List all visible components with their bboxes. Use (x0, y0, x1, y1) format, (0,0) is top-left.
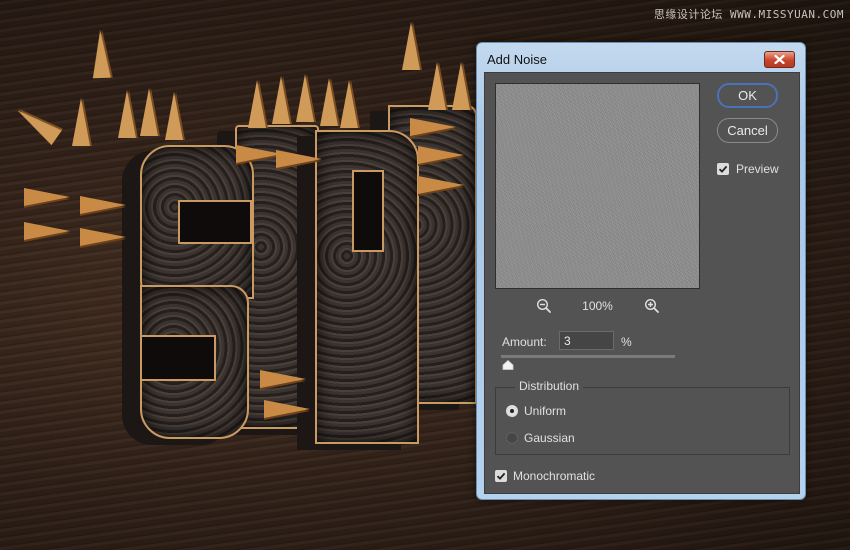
uniform-label[interactable]: Uniform (524, 404, 566, 418)
monochromatic-label: Monochromatic (513, 469, 596, 483)
artwork-p-counter (352, 170, 384, 252)
noise-preview[interactable] (495, 83, 700, 289)
amount-slider-thumb[interactable] (502, 360, 514, 370)
spike (165, 92, 183, 140)
spike (24, 188, 70, 206)
spike (418, 146, 464, 164)
spike (410, 118, 456, 136)
spike (118, 90, 136, 138)
spike (276, 150, 322, 168)
checkmark-icon (718, 165, 728, 173)
dialog-title: Add Noise (487, 52, 547, 67)
spike (296, 74, 314, 122)
preview-zoom-controls: 100% (495, 296, 700, 316)
gaussian-label[interactable]: Gaussian (524, 431, 575, 445)
distribution-legend: Distribution (515, 379, 584, 393)
zoom-level: 100% (582, 299, 613, 313)
spike (80, 196, 126, 214)
add-noise-dialog: Add Noise 100% OK Cancel Preview Amount:… (476, 42, 806, 500)
spike (91, 29, 111, 79)
spike (12, 102, 62, 146)
amount-label: Amount: (502, 335, 547, 349)
close-icon (774, 55, 785, 64)
dialog-content: 100% OK Cancel Preview Amount: 3 % Distr… (484, 72, 800, 494)
watermark: 思缘设计论坛 WWW.MISSYUAN.COM (653, 8, 844, 21)
spike (140, 88, 158, 136)
spike (264, 400, 310, 418)
ok-button[interactable]: OK (717, 83, 778, 108)
spike (418, 176, 464, 194)
preview-checkbox[interactable] (717, 163, 729, 175)
cancel-button[interactable]: Cancel (717, 118, 778, 143)
artwork-s-counter-bottom (140, 335, 216, 381)
spike (272, 76, 290, 124)
spike (80, 228, 126, 246)
spike (428, 62, 446, 110)
amount-unit: % (621, 335, 632, 349)
close-button[interactable] (764, 51, 795, 68)
spike (402, 22, 420, 70)
amount-slider[interactable] (501, 355, 675, 358)
preview-label: Preview (736, 162, 779, 176)
dialog-titlebar[interactable]: Add Noise (477, 43, 805, 73)
zoom-in-icon[interactable] (644, 298, 660, 314)
spike (24, 222, 70, 240)
amount-input[interactable]: 3 (559, 331, 614, 350)
spike (320, 78, 338, 126)
artwork-s-counter-top (178, 200, 252, 244)
gaussian-radio[interactable] (506, 432, 518, 444)
spike (260, 370, 306, 388)
monochromatic-checkbox[interactable] (495, 470, 507, 482)
uniform-radio[interactable] (506, 405, 518, 417)
spike (452, 62, 470, 110)
spike (248, 80, 266, 128)
checkmark-icon (496, 472, 506, 480)
spike (340, 80, 358, 128)
spike (72, 98, 90, 146)
